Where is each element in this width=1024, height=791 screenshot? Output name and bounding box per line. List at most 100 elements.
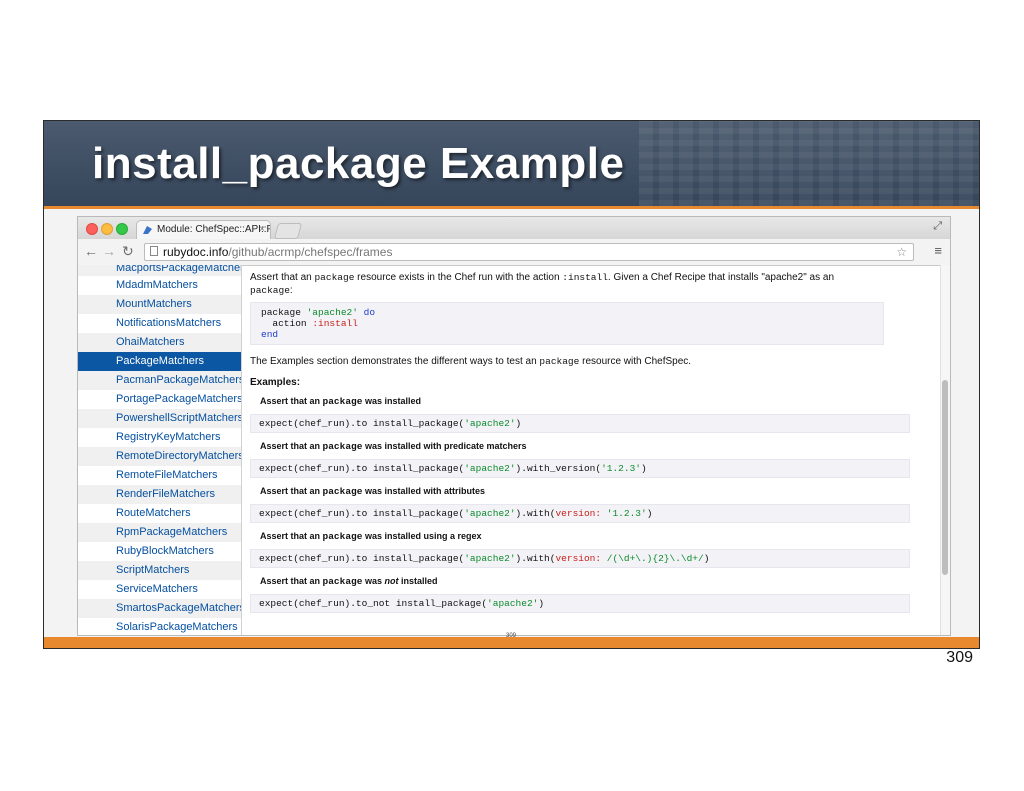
sidebar-item[interactable]: OhaiMatchers (78, 333, 241, 352)
example-0: Assert that an package was installed exp… (250, 396, 940, 433)
example-title: Assert that an package was installed wit… (260, 486, 940, 497)
minimize-window-icon[interactable] (101, 223, 113, 235)
sidebar-item[interactable]: RemoteFileMatchers (78, 466, 241, 485)
code-text: ) (703, 553, 710, 564)
inline-code: package (322, 441, 363, 452)
example-title-text: was installed (362, 396, 421, 406)
code-string: 'apache2' (464, 553, 516, 564)
url-domain: rubydoc.info (163, 245, 229, 259)
reload-icon[interactable]: ↻ (122, 243, 134, 259)
example-2: Assert that an package was installed wit… (250, 486, 940, 523)
new-tab-button[interactable] (273, 223, 303, 239)
sidebar-item[interactable]: RenderFileMatchers (78, 485, 241, 504)
example-title-text: Assert that an (260, 396, 323, 406)
example-title-text: was installed with predicate matchers (362, 441, 527, 451)
code-line: action :install (261, 318, 873, 329)
sidebar-item[interactable]: PortagePackageMatchers (78, 390, 241, 409)
zoom-window-icon[interactable] (116, 223, 128, 235)
tab-close-icon[interactable]: × (259, 221, 265, 239)
page-icon (150, 246, 158, 256)
code-line: package 'apache2' do (261, 307, 873, 318)
slide-title: install_package Example (92, 139, 625, 188)
example-1: Assert that an package was installed wit… (250, 441, 940, 478)
code-text: ) (640, 463, 647, 474)
examples-heading: Examples: (250, 377, 301, 388)
accent-divider (44, 206, 979, 209)
code-string: 'apache2' (464, 463, 516, 474)
close-window-icon[interactable] (86, 223, 98, 235)
scrollbar-thumb[interactable] (942, 380, 948, 575)
code-symbol: :install (312, 318, 358, 329)
inline-code: package (322, 531, 363, 542)
example-title-text: installed (398, 576, 438, 586)
star-icon[interactable]: ☆ (896, 244, 907, 260)
tab-strip: Module: ChefSpec::API::Pa × ⤢ (78, 217, 950, 239)
doc-content: Assert that an package resource exists i… (250, 265, 940, 635)
examples-intro: The Examples section demonstrates the di… (250, 355, 940, 368)
code-text: ).with( (515, 508, 556, 519)
sidebar-item-active[interactable]: PackageMatchers (78, 352, 241, 371)
menu-icon[interactable]: ≡ (934, 243, 942, 258)
slide-frame: install_package Example Module: ChefSpec… (43, 120, 980, 649)
code-text: expect(chef_run).to install_package( (259, 553, 465, 564)
code-string: /(\d+\.){2}\.\d+/ (601, 553, 704, 564)
inline-code: package (250, 285, 290, 296)
code-text: ) (646, 508, 653, 519)
sidebar-item[interactable]: MacportsPackageMatcher (78, 265, 241, 276)
back-arrow-icon[interactable]: ← (84, 243, 98, 259)
url-path: /github/acrmp/chefspec/frames (228, 245, 393, 259)
code-text: action (261, 318, 313, 329)
sidebar: MacportsPackageMatcher MdadmMatchers Mou… (78, 265, 242, 635)
code-text: expect(chef_run).to install_package( (259, 463, 465, 474)
code-text: ) (515, 418, 522, 429)
code-string: '1.2.3' (601, 508, 647, 519)
example-title-text: Assert that an (260, 486, 323, 496)
example-title-text: was installed with attributes (362, 486, 485, 496)
sidebar-item[interactable]: MountMatchers (78, 295, 241, 314)
sidebar-item[interactable]: RpmPackageMatchers (78, 523, 241, 542)
slide-number: 309 (946, 649, 973, 666)
example-code: expect(chef_run).to install_package('apa… (250, 459, 910, 478)
inline-code: package (322, 396, 363, 407)
code-text: ).with_version( (515, 463, 602, 474)
sidebar-item[interactable]: PacmanPackageMatchers (78, 371, 241, 390)
code-symbol: version: (555, 508, 602, 519)
sidebar-item[interactable]: ScriptMatchers (78, 561, 241, 580)
expand-icon[interactable]: ⤢ (933, 220, 942, 233)
code-symbol: version: (555, 553, 602, 564)
sidebar-item[interactable]: RemoteDirectoryMatchers (78, 447, 241, 466)
code-keyword: end (261, 329, 279, 340)
browser-toolbar: ← → ↻ rubydoc.info/github/acrmp/chefspec… (78, 239, 950, 266)
code-string: 'apache2' (487, 598, 539, 609)
browser-window: Module: ChefSpec::API::Pa × ⤢ ← → ↻ ruby… (77, 216, 951, 636)
code-text: expect(chef_run).to install_package( (259, 508, 465, 519)
sidebar-item[interactable]: RouteMatchers (78, 504, 241, 523)
sidebar-item[interactable]: NotificationsMatchers (78, 314, 241, 333)
address-bar[interactable]: rubydoc.info/github/acrmp/chefspec/frame… (144, 243, 914, 261)
title-pattern-decoration (639, 121, 979, 206)
code-text: expect(chef_run).to_not install_package( (259, 598, 488, 609)
code-string: 'apache2' (464, 508, 516, 519)
inline-code: :install (562, 272, 608, 283)
inline-code: package (322, 486, 363, 497)
forward-arrow-icon[interactable]: → (102, 243, 116, 259)
inline-code: package (539, 356, 580, 367)
sidebar-item[interactable]: ServiceMatchers (78, 580, 241, 599)
content-scrollbar[interactable] (940, 265, 950, 635)
code-string: 'apache2' (306, 307, 358, 318)
sidebar-item[interactable]: RubyBlockMatchers (78, 542, 241, 561)
browser-tab[interactable]: Module: ChefSpec::API::Pa × (136, 220, 271, 239)
sidebar-item[interactable]: MdadmMatchers (78, 276, 241, 295)
example-title-text: Assert that an (260, 441, 323, 451)
favicon-icon (143, 226, 152, 234)
intro-text: : (289, 285, 293, 296)
code-text: package (261, 307, 307, 318)
sidebar-item[interactable]: RegistryKeyMatchers (78, 428, 241, 447)
accent-footer-bar (44, 637, 979, 648)
sidebar-item[interactable]: SmartosPackageMatchers (78, 599, 241, 618)
sidebar-item[interactable]: SolarisPackageMatchers (78, 618, 241, 635)
sidebar-item[interactable]: PowershellScriptMatchers (78, 409, 241, 428)
example-title: Assert that an package was installed usi… (260, 531, 940, 542)
example-4: Assert that an package was not installed… (250, 576, 940, 613)
code-line: end (261, 329, 873, 340)
